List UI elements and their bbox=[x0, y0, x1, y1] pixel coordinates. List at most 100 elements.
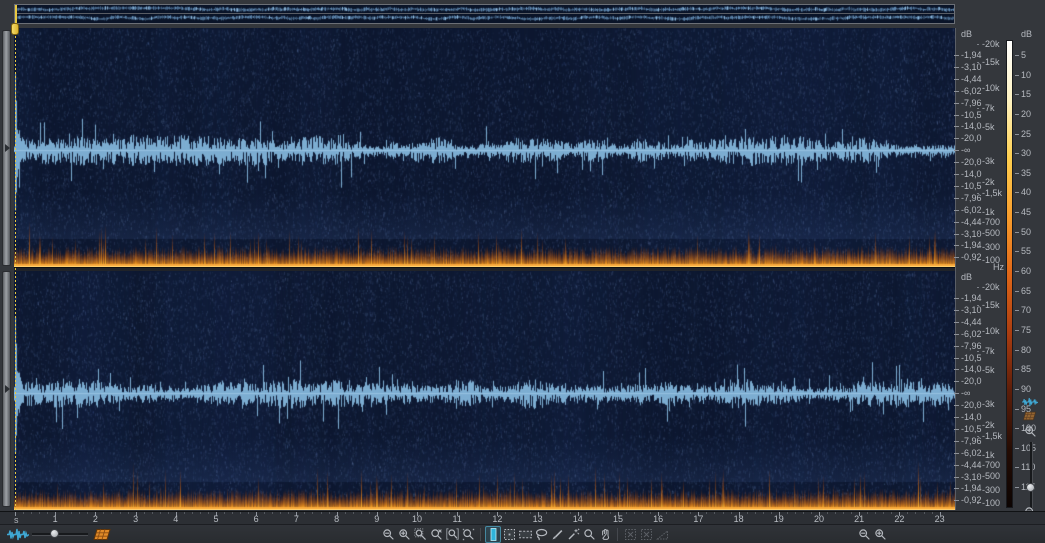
colorbar-tick bbox=[1015, 349, 1019, 351]
timeline-minor-tick bbox=[545, 512, 547, 514]
spectrogram-waveform-channel-2[interactable] bbox=[14, 271, 955, 510]
zoom-horizontal-button[interactable] bbox=[444, 526, 460, 543]
vertical-zoom-slider-thumb[interactable] bbox=[1026, 483, 1035, 492]
timeline-minor-tick bbox=[601, 512, 603, 514]
time-ruler[interactable]: s 1 2 3 4 5 6 7 8 9 10 11 12 13 14 15 16 17 18 19 20 21 22 23 bbox=[0, 511, 1045, 525]
amplitude-tick-label: -4,44 bbox=[961, 316, 982, 327]
timeline-second-label: 15 bbox=[612, 514, 624, 524]
lasso-selection-tool[interactable] bbox=[533, 526, 549, 543]
region-faint-icon bbox=[640, 528, 653, 541]
amplitude-tick bbox=[954, 309, 959, 311]
lasso-icon bbox=[535, 528, 548, 541]
timeline-minor-tick bbox=[529, 512, 531, 514]
overview-channel-2[interactable] bbox=[15, 14, 954, 22]
magnifier-region-icon bbox=[413, 528, 427, 541]
zoom-reset-button[interactable] bbox=[428, 526, 444, 543]
timeline-minor-tick bbox=[79, 512, 81, 514]
timeline-minor-tick bbox=[875, 512, 877, 514]
timeline-minor-tick bbox=[191, 512, 193, 514]
zoom-tool[interactable] bbox=[581, 526, 597, 543]
timeline-minor-tick bbox=[312, 512, 314, 514]
playhead-handle[interactable] bbox=[11, 23, 19, 35]
magic-wand-tool[interactable] bbox=[565, 526, 581, 543]
amplitude-tick bbox=[954, 114, 959, 116]
frequency-tick-label: -300 bbox=[982, 485, 1001, 495]
brush-selection-tool[interactable] bbox=[549, 526, 565, 543]
timeline-minor-tick bbox=[183, 512, 185, 514]
playhead-line[interactable] bbox=[15, 28, 16, 510]
vertical-zoom-slider[interactable] bbox=[1030, 442, 1033, 508]
ramp-tool-disabled[interactable] bbox=[654, 526, 670, 543]
region-select-icon bbox=[503, 528, 516, 541]
vertical-zoom-in-button[interactable] bbox=[1024, 425, 1037, 438]
timeline-minor-tick bbox=[674, 512, 676, 514]
amplitude-tick-label: -7,96 bbox=[961, 435, 982, 446]
blend-slider-thumb[interactable] bbox=[50, 529, 59, 538]
timeline-minor-tick bbox=[770, 512, 772, 514]
frequency-tick-label: -3k bbox=[982, 156, 995, 166]
timeline-second-label: 19 bbox=[773, 514, 784, 524]
zoom-in-button[interactable] bbox=[396, 526, 412, 543]
ruler-edge bbox=[955, 28, 956, 510]
time-selection-tool[interactable] bbox=[485, 526, 501, 543]
timeline-minor-tick bbox=[682, 512, 684, 514]
waveform-spectrogram-blend-slider[interactable] bbox=[32, 529, 88, 538]
timeline-minor-tick bbox=[207, 512, 209, 514]
vertical-scrollbar-channel-2[interactable] bbox=[2, 271, 11, 507]
horizontal-zoom-out-button[interactable] bbox=[856, 526, 872, 543]
timeline-second-label: 9 bbox=[374, 514, 380, 524]
timeline-minor-tick bbox=[71, 512, 73, 514]
horizontal-zoom-in-button[interactable] bbox=[872, 526, 888, 543]
zoom-out-button[interactable] bbox=[380, 526, 396, 543]
amplitude-tick bbox=[954, 185, 959, 187]
frequency-tick bbox=[977, 161, 979, 162]
timeline-minor-tick bbox=[835, 512, 837, 514]
amplitude-tick bbox=[954, 90, 959, 92]
time-frequency-selection-tool[interactable] bbox=[501, 526, 517, 543]
colorbar-tick-label: 20 bbox=[1021, 108, 1032, 119]
timeline-minor-tick bbox=[706, 512, 708, 514]
waveform-scale-button[interactable] bbox=[1022, 397, 1038, 407]
magnifier-plus-icon bbox=[398, 528, 411, 541]
zoom-vertical-button[interactable] bbox=[460, 526, 476, 543]
magnifier-brackets-icon bbox=[445, 528, 459, 541]
amplitude-tick-label: -1,94 bbox=[961, 483, 982, 494]
timeline-minor-tick bbox=[119, 512, 121, 514]
vertical-scrollbar-channel-1[interactable] bbox=[2, 30, 11, 266]
frequency-tick bbox=[977, 503, 979, 504]
amplitude-tick bbox=[954, 452, 959, 454]
waveform-view-button[interactable] bbox=[7, 526, 29, 543]
grab-tool[interactable] bbox=[597, 526, 613, 543]
colorbar-tick-label: 15 bbox=[1021, 89, 1032, 100]
amplitude-ruler-unit: dB bbox=[961, 29, 973, 39]
spectrogram-colorbar[interactable] bbox=[1006, 40, 1013, 508]
timeline-minor-tick bbox=[167, 512, 169, 514]
timeline-minor-tick bbox=[762, 512, 764, 514]
timeline-second-label: 18 bbox=[733, 514, 744, 524]
timeline-minor-tick bbox=[408, 512, 410, 514]
overview-playhead[interactable] bbox=[15, 5, 17, 23]
colorbar-tick bbox=[1015, 369, 1019, 371]
overview-channel-1[interactable] bbox=[15, 5, 954, 14]
timeline-second-label: 2 bbox=[92, 514, 98, 524]
frequency-tick bbox=[977, 404, 979, 405]
frequency-selection-tool[interactable] bbox=[517, 526, 533, 543]
waveform-icon bbox=[7, 528, 29, 541]
bottom-toolbar bbox=[0, 524, 1045, 543]
magnifier-icon bbox=[583, 528, 596, 541]
frequency-tick bbox=[977, 247, 979, 248]
toolbar-separator bbox=[480, 528, 481, 541]
amplitude-tick bbox=[954, 369, 959, 371]
colorbar-tick bbox=[1015, 231, 1019, 233]
spectrogram-waveform-channel-1[interactable] bbox=[14, 28, 955, 267]
region-faint-icon bbox=[624, 528, 637, 541]
amplitude-tick-label: -7,96 bbox=[961, 340, 982, 351]
amplitude-tick bbox=[954, 78, 959, 80]
marquee-tool-disabled-1[interactable] bbox=[622, 526, 638, 543]
spectrogram-view-button[interactable] bbox=[93, 526, 111, 543]
waveform-overview[interactable] bbox=[14, 4, 955, 24]
spectrogram-scale-button[interactable] bbox=[1022, 411, 1037, 421]
frequency-tick-label: -1k bbox=[982, 207, 995, 217]
zoom-to-selection-button[interactable] bbox=[412, 526, 428, 543]
marquee-tool-disabled-2[interactable] bbox=[638, 526, 654, 543]
